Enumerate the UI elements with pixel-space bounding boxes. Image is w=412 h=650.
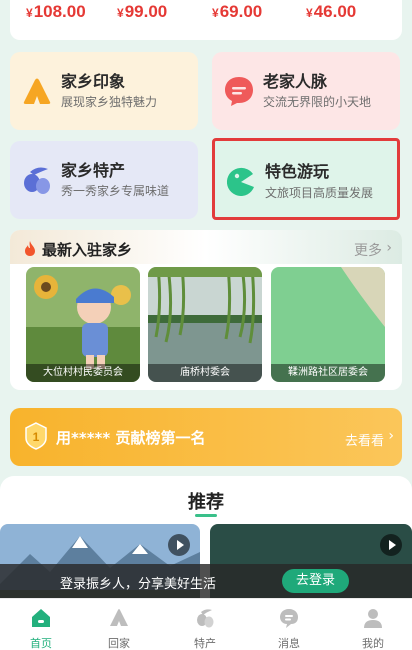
tab-hometown[interactable]: 回家 — [78, 599, 160, 650]
newest-section: 最新入驻家乡 更多 › 大位村村民委员会 庙桥村委会 鞣洲路社区居委会 — [10, 230, 402, 390]
fire-icon — [25, 241, 35, 256]
chat-icon — [280, 609, 298, 628]
feature-title: 老家人脉 — [263, 72, 328, 91]
tab-label: 回家 — [108, 637, 130, 650]
chevron-right-icon[interactable]: › — [386, 240, 392, 256]
price-2[interactable]: ¥99.00 — [117, 2, 167, 22]
village-caption: 庙桥村委会 — [148, 364, 262, 382]
more-link[interactable]: 更多 — [354, 240, 382, 260]
tab-label: 首页 — [30, 637, 52, 650]
ranking-text: 用***** 贡献榜第一名 — [56, 429, 206, 447]
tab-messages[interactable]: 消息 — [248, 599, 330, 650]
contribution-ranking-banner[interactable]: 1 用***** 贡献榜第一名 去看看 › — [10, 408, 402, 466]
mountain-icon — [110, 609, 128, 626]
village-card[interactable]: 鞣洲路社区居委会 — [271, 267, 385, 382]
tab-specialty[interactable]: 特产 — [164, 599, 246, 650]
ranking-view-link[interactable]: 去看看 — [345, 430, 384, 449]
play-icon[interactable] — [380, 534, 402, 556]
mountain-icon — [23, 78, 51, 104]
feature-card-impression[interactable]: 家乡印象 展现家乡独特魅力 — [10, 52, 198, 130]
feature-subtitle: 展现家乡独特魅力 — [61, 95, 158, 109]
tab-profile[interactable]: 我的 — [332, 599, 412, 650]
village-caption: 大位村村民委员会 — [26, 364, 140, 382]
feature-subtitle: 秀一秀家乡专属味道 — [61, 184, 170, 198]
village-caption: 鞣洲路社区居委会 — [271, 364, 385, 382]
tab-home[interactable]: 首页 — [0, 599, 82, 650]
pacman-icon — [226, 167, 254, 196]
rank-badge-icon: 1 — [25, 422, 47, 450]
feature-subtitle: 交流无界限的小天地 — [263, 95, 372, 109]
olive-icon — [197, 609, 214, 628]
user-icon — [364, 609, 382, 628]
chevron-right-icon[interactable]: › — [388, 428, 394, 444]
feature-subtitle: 文旅项目高质量发展 — [265, 186, 374, 200]
tab-label: 消息 — [278, 637, 300, 650]
feature-title: 家乡印象 — [61, 72, 126, 91]
price-3[interactable]: ¥69.00 — [212, 2, 262, 22]
feature-card-travel[interactable]: 特色游玩 文旅项目高质量发展 — [212, 138, 400, 220]
bottom-tab-bar: 首页 回家 特产 消息 我的 — [0, 598, 412, 650]
feature-title: 家乡特产 — [61, 161, 126, 180]
login-prompt-bar: 登录振乡人，分享美好生活 去登录 — [0, 564, 412, 598]
feature-card-network[interactable]: 老家人脉 交流无界限的小天地 — [212, 52, 400, 130]
home-icon — [32, 609, 50, 627]
price-strip: ¥108.00 ¥99.00 ¥69.00 ¥46.00 — [10, 0, 402, 40]
feature-card-specialty[interactable]: 家乡特产 秀一秀家乡专属味道 — [10, 141, 198, 219]
tab-label: 特产 — [194, 637, 216, 650]
svg-text:1: 1 — [33, 430, 40, 444]
chat-icon — [225, 77, 253, 106]
login-button[interactable]: 去登录 — [282, 569, 349, 593]
feature-title: 特色游玩 — [265, 162, 330, 181]
title-underline — [195, 514, 217, 517]
recommend-title: 推荐 — [188, 492, 224, 513]
village-card[interactable]: 大位村村民委员会 — [26, 267, 140, 382]
village-card[interactable]: 庙桥村委会 — [148, 267, 262, 382]
olive-icon — [24, 167, 50, 194]
play-icon[interactable] — [168, 534, 190, 556]
price-1[interactable]: ¥108.00 — [26, 2, 86, 22]
price-4[interactable]: ¥46.00 — [306, 2, 356, 22]
login-prompt-text: 登录振乡人，分享美好生活 — [60, 577, 217, 592]
tab-label: 我的 — [362, 637, 384, 650]
section-title: 最新入驻家乡 — [42, 241, 133, 259]
